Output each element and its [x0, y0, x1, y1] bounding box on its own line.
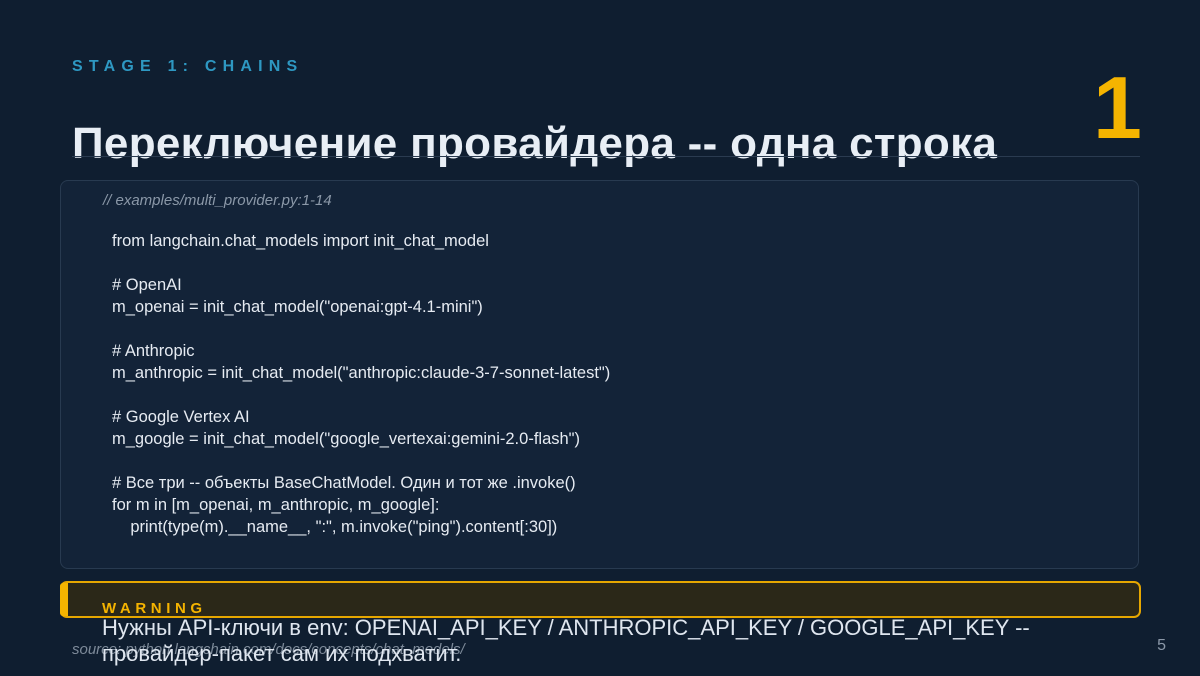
warning-accent-bar	[60, 583, 68, 616]
code-line: # Все три -- объекты BaseChatModel. Один…	[112, 474, 576, 492]
slide: STAGE 1: CHAINS 1 Переключение провайдер…	[0, 0, 1200, 676]
warning-text-line: Нужны API-ключи в env: OPENAI_API_KEY / …	[102, 615, 1030, 640]
warning-callout	[60, 581, 1141, 618]
code-line: print(type(m).__name__, ":", m.invoke("p…	[112, 518, 558, 536]
code-line: m_openai = init_chat_model("openai:gpt-4…	[112, 298, 483, 316]
code-line: # Google Vertex AI	[112, 408, 250, 426]
code-line: for m in [m_openai, m_anthropic, m_googl…	[112, 496, 440, 514]
warning-text-line: провайдер-пакет сам их подхватит.	[102, 641, 462, 666]
code-line: m_google = init_chat_model("google_verte…	[112, 430, 581, 448]
page-number: 5	[1157, 637, 1166, 654]
code-line: # Anthropic	[112, 342, 195, 360]
code-source-comment: // examples/multi_provider.py:1-14	[103, 192, 332, 209]
code-line: m_anthropic = init_chat_model("anthropic…	[112, 364, 611, 382]
slide-title: Переключение провайдера -- одна строка	[72, 119, 998, 168]
warning-text: Нужны API-ключи в env: OPENAI_API_KEY / …	[102, 615, 1030, 667]
title-divider	[72, 156, 1140, 157]
code-line: from langchain.chat_models import init_c…	[112, 232, 489, 250]
stage-number: 1	[1093, 58, 1142, 157]
code-block: from langchain.chat_models import init_c…	[112, 230, 610, 538]
code-panel: // examples/multi_provider.py:1-14 from …	[60, 180, 1139, 569]
code-line: # OpenAI	[112, 276, 182, 294]
stage-eyebrow: STAGE 1: CHAINS	[72, 58, 304, 75]
